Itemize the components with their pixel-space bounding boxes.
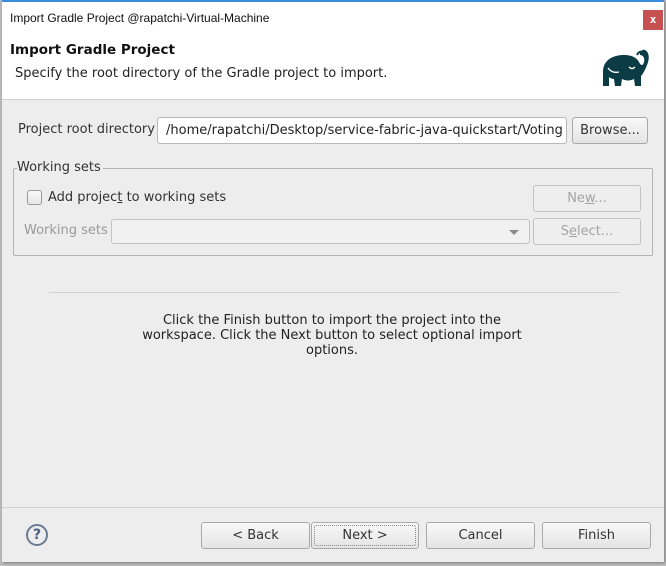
title-bar: Import Gradle Project @rapatchi-Virtual-… [2, 2, 664, 34]
project-root-input[interactable]: /home/rapatchi/Desktop/service-fabric-ja… [157, 117, 567, 144]
help-icon[interactable]: ? [26, 524, 48, 546]
add-to-working-sets-label[interactable]: Add project to working sets [48, 190, 226, 205]
select-working-set-button[interactable]: Select... [533, 218, 641, 245]
gradle-elephant-icon [603, 49, 649, 86]
cancel-button[interactable]: Cancel [426, 522, 535, 549]
label-text: lect... [577, 224, 614, 239]
cancel-label: Cancel [458, 528, 503, 543]
wizard-banner: Import Gradle Project Specify the root d… [2, 34, 664, 100]
label-text: ... [594, 191, 607, 206]
close-button[interactable]: x [643, 10, 663, 30]
browse-button[interactable]: Browse... [572, 117, 648, 144]
window-title: Import Gradle Project @rapatchi-Virtual-… [10, 11, 270, 25]
label-text: Add projec [48, 190, 118, 205]
wizard-description: Specify the root directory of the Gradle… [15, 66, 388, 81]
focus-ring [314, 525, 416, 546]
finish-button[interactable]: Finish [542, 522, 651, 549]
mnemonic: w [584, 191, 595, 206]
project-root-label: Project root directory [18, 122, 155, 137]
back-label: < Back [232, 528, 279, 543]
working-sets-label: Working sets [24, 223, 108, 238]
chevron-down-icon [509, 230, 519, 235]
label-text: to working sets [122, 190, 227, 205]
working-sets-group-label: Working sets [17, 160, 103, 175]
browse-label: Browse... [580, 123, 640, 138]
separator [49, 292, 620, 293]
back-button[interactable]: < Back [201, 522, 310, 549]
label-text: Ne [567, 191, 585, 206]
import-gradle-dialog: Import Gradle Project @rapatchi-Virtual-… [2, 0, 664, 562]
label-text: S [560, 224, 569, 239]
next-button[interactable]: Next > [311, 522, 419, 549]
footer-separator [2, 507, 664, 508]
finish-label: Finish [577, 528, 615, 543]
close-icon: x [649, 13, 657, 26]
new-working-set-button[interactable]: New... [533, 185, 641, 212]
info-text: Click the Finish button to import the pr… [142, 313, 522, 358]
add-to-working-sets-checkbox[interactable] [27, 190, 42, 205]
mnemonic: e [569, 224, 577, 239]
working-sets-combo[interactable] [111, 219, 530, 244]
wizard-heading: Import Gradle Project [10, 42, 175, 58]
